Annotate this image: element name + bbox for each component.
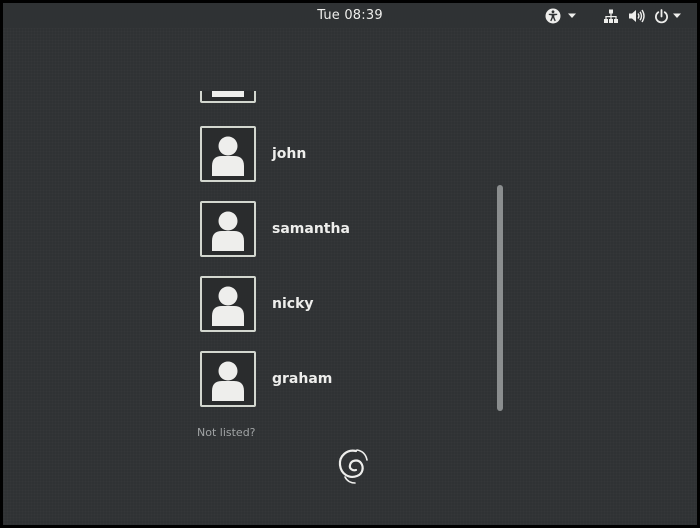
login-screen: Tue 08:39 john samantha nicky graham Not… — [3, 3, 697, 525]
user-list-item[interactable]: nicky — [200, 276, 460, 332]
avatar — [200, 91, 256, 103]
not-listed-link[interactable]: Not listed? — [197, 426, 256, 439]
user-list-item[interactable]: samantha — [200, 201, 460, 257]
avatar — [200, 276, 256, 332]
avatar — [200, 351, 256, 407]
clock[interactable]: Tue 08:39 — [3, 8, 697, 23]
avatar — [200, 201, 256, 257]
avatar — [200, 126, 256, 182]
user-name: graham — [272, 371, 333, 387]
accessibility-icon[interactable] — [544, 8, 562, 24]
user-icon — [212, 286, 244, 326]
user-icon — [212, 91, 244, 97]
user-name: nicky — [272, 296, 314, 312]
user-list: john samantha nicky graham — [193, 91, 493, 413]
debian-swirl-logo — [333, 443, 373, 487]
chevron-down-icon[interactable] — [671, 8, 683, 24]
user-list-item[interactable]: john — [200, 126, 460, 182]
user-list-item[interactable]: graham — [200, 351, 460, 407]
user-icon — [212, 136, 244, 176]
volume-icon[interactable] — [627, 8, 645, 24]
user-list-item[interactable] — [200, 91, 460, 103]
user-name: samantha — [272, 221, 350, 237]
scrollbar-thumb[interactable] — [497, 185, 503, 411]
top-bar: Tue 08:39 — [3, 3, 697, 28]
network-wired-icon[interactable] — [603, 8, 619, 24]
scrollbar[interactable] — [497, 185, 503, 411]
user-icon — [212, 361, 244, 401]
user-icon — [212, 211, 244, 251]
power-icon[interactable] — [653, 8, 669, 24]
chevron-down-icon[interactable] — [566, 8, 578, 24]
user-name: john — [272, 146, 307, 162]
